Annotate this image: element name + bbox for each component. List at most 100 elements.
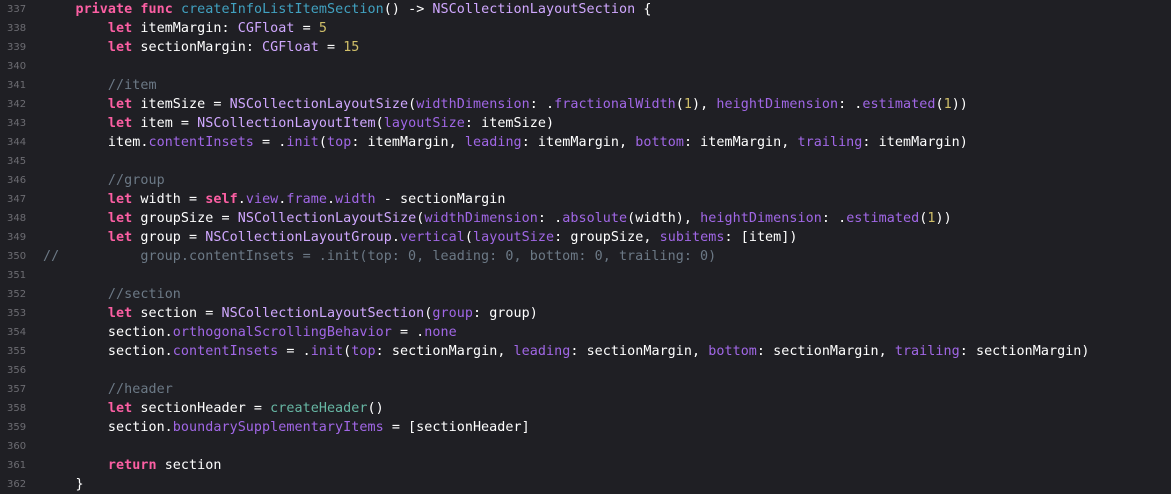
code-token: : itemMargin,: [351, 135, 465, 150]
code-line[interactable]: 351: [0, 266, 1171, 285]
line-number: 346: [7, 175, 27, 186]
code-token: trailing: [894, 344, 960, 359]
code-token: let: [107, 401, 133, 416]
code-line[interactable]: 358 let sectionHeader = createHeader(): [0, 399, 1171, 418]
code-token: group =: [132, 230, 206, 245]
code-line[interactable]: 343 let item = NSCollectionLayoutItem(la…: [0, 114, 1171, 133]
code-line[interactable]: 356: [0, 361, 1171, 380]
code-line[interactable]: 339 let sectionMargin: CGFloat = 15: [0, 38, 1171, 57]
code-token: : .: [821, 211, 847, 226]
code-token: self: [205, 192, 238, 207]
code-line[interactable]: 341 //item: [0, 76, 1171, 95]
code-line[interactable]: 362 }: [0, 475, 1171, 494]
code-token: section.: [43, 344, 173, 359]
code-text: let group = NSCollectionLayoutGroup.vert…: [33, 228, 798, 247]
code-line[interactable]: 344 item.contentInsets = .init(top: item…: [0, 133, 1171, 152]
code-line[interactable]: 342 let itemSize = NSCollectionLayoutSiz…: [0, 95, 1171, 114]
code-token: 1: [683, 97, 693, 112]
code-token: (width),: [627, 211, 701, 226]
code-token: estimated: [846, 211, 920, 226]
code-token: : .: [537, 211, 563, 226]
code-line[interactable]: 355 section.contentInsets = .init(top: s…: [0, 342, 1171, 361]
line-number: 350: [7, 251, 27, 262]
code-line[interactable]: 348 let groupSize = NSCollectionLayoutSi…: [0, 209, 1171, 228]
line-number: 345: [7, 156, 27, 167]
line-number: 354: [7, 327, 27, 338]
code-line[interactable]: 337 private func createInfoListItemSecti…: [0, 0, 1171, 19]
code-line[interactable]: 354 section.orthogonalScrollingBehavior …: [0, 323, 1171, 342]
code-token: : .: [838, 97, 863, 112]
code-line[interactable]: 353 let section = NSCollectionLayoutSect…: [0, 304, 1171, 323]
code-token: : sectionMargin,: [570, 344, 709, 359]
code-token: //group: [107, 173, 165, 188]
code-token: itemSize =: [132, 97, 230, 112]
code-token: ),: [692, 97, 717, 112]
code-text: section.orthogonalScrollingBehavior = .n…: [33, 323, 457, 342]
code-text: return section: [33, 456, 222, 475]
code-token: sectionMargin:: [132, 40, 263, 55]
code-token: NSCollectionLayoutSize: [237, 211, 417, 226]
code-token: : sectionMargin): [959, 344, 1090, 359]
code-line[interactable]: 347 let width = self.view.frame.width - …: [0, 190, 1171, 209]
code-line[interactable]: 359 section.boundarySupplementaryItems =…: [0, 418, 1171, 437]
code-token: top: [326, 135, 352, 150]
code-token: groupSize =: [132, 211, 238, 226]
code-line[interactable]: 345: [0, 152, 1171, 171]
code-line[interactable]: 349 let group = NSCollectionLayoutGroup.…: [0, 228, 1171, 247]
code-token: init: [286, 135, 319, 150]
code-token: {: [635, 2, 652, 17]
code-token: : itemMargin,: [521, 135, 636, 150]
line-number: 348: [7, 213, 27, 224]
code-token: let: [107, 192, 133, 207]
code-token: 15: [343, 40, 360, 55]
code-token: sectionHeader =: [132, 401, 271, 416]
code-token: let: [107, 306, 133, 321]
code-text: let groupSize = NSCollectionLayoutSize (w…: [33, 209, 952, 228]
code-line[interactable]: 361 return section: [0, 456, 1171, 475]
code-token: group: [432, 306, 473, 321]
code-token: //header: [107, 382, 173, 397]
code-token: heightDimension: [700, 211, 822, 226]
code-line[interactable]: 338 let itemMargin: CGFloat = 5: [0, 19, 1171, 38]
code-line[interactable]: 350 // group.contentInsets = .init(top: 0…: [0, 247, 1171, 266]
code-text: //section: [33, 285, 181, 304]
code-token: contentInsets: [172, 344, 279, 359]
code-token: item =: [132, 116, 198, 131]
line-number: 344: [7, 137, 27, 148]
line-number: 352: [7, 289, 27, 300]
code-token: NSCollectionLayoutSection: [221, 306, 425, 321]
line-number: 340: [7, 61, 27, 72]
code-token: createInfoListItemSection: [180, 2, 384, 17]
code-token: fractionalWidth: [554, 97, 676, 112]
line-number: 358: [7, 403, 27, 414]
code-token: layoutSize: [473, 230, 555, 245]
code-token: width =: [132, 192, 206, 207]
code-line[interactable]: 346 //group: [0, 171, 1171, 190]
code-token: : itemSize): [464, 116, 555, 131]
code-token: let: [107, 40, 133, 55]
code-editor[interactable]: 337 private func createInfoListItemSecti…: [0, 0, 1171, 494]
code-token: item.: [43, 135, 149, 150]
code-line[interactable]: 357 //header: [0, 380, 1171, 399]
line-number: 362: [7, 479, 27, 490]
line-number: 339: [7, 42, 27, 53]
code-line[interactable]: 340: [0, 57, 1171, 76]
code-token: leading: [513, 344, 571, 359]
code-token: (: [408, 97, 417, 112]
code-token: orthogonalScrollingBehavior: [172, 325, 392, 340]
code-token: =: [294, 21, 319, 36]
code-token: none: [424, 325, 457, 340]
code-line[interactable]: 360: [0, 437, 1171, 456]
code-line[interactable]: 352 //section: [0, 285, 1171, 304]
line-number: 353: [7, 308, 27, 319]
